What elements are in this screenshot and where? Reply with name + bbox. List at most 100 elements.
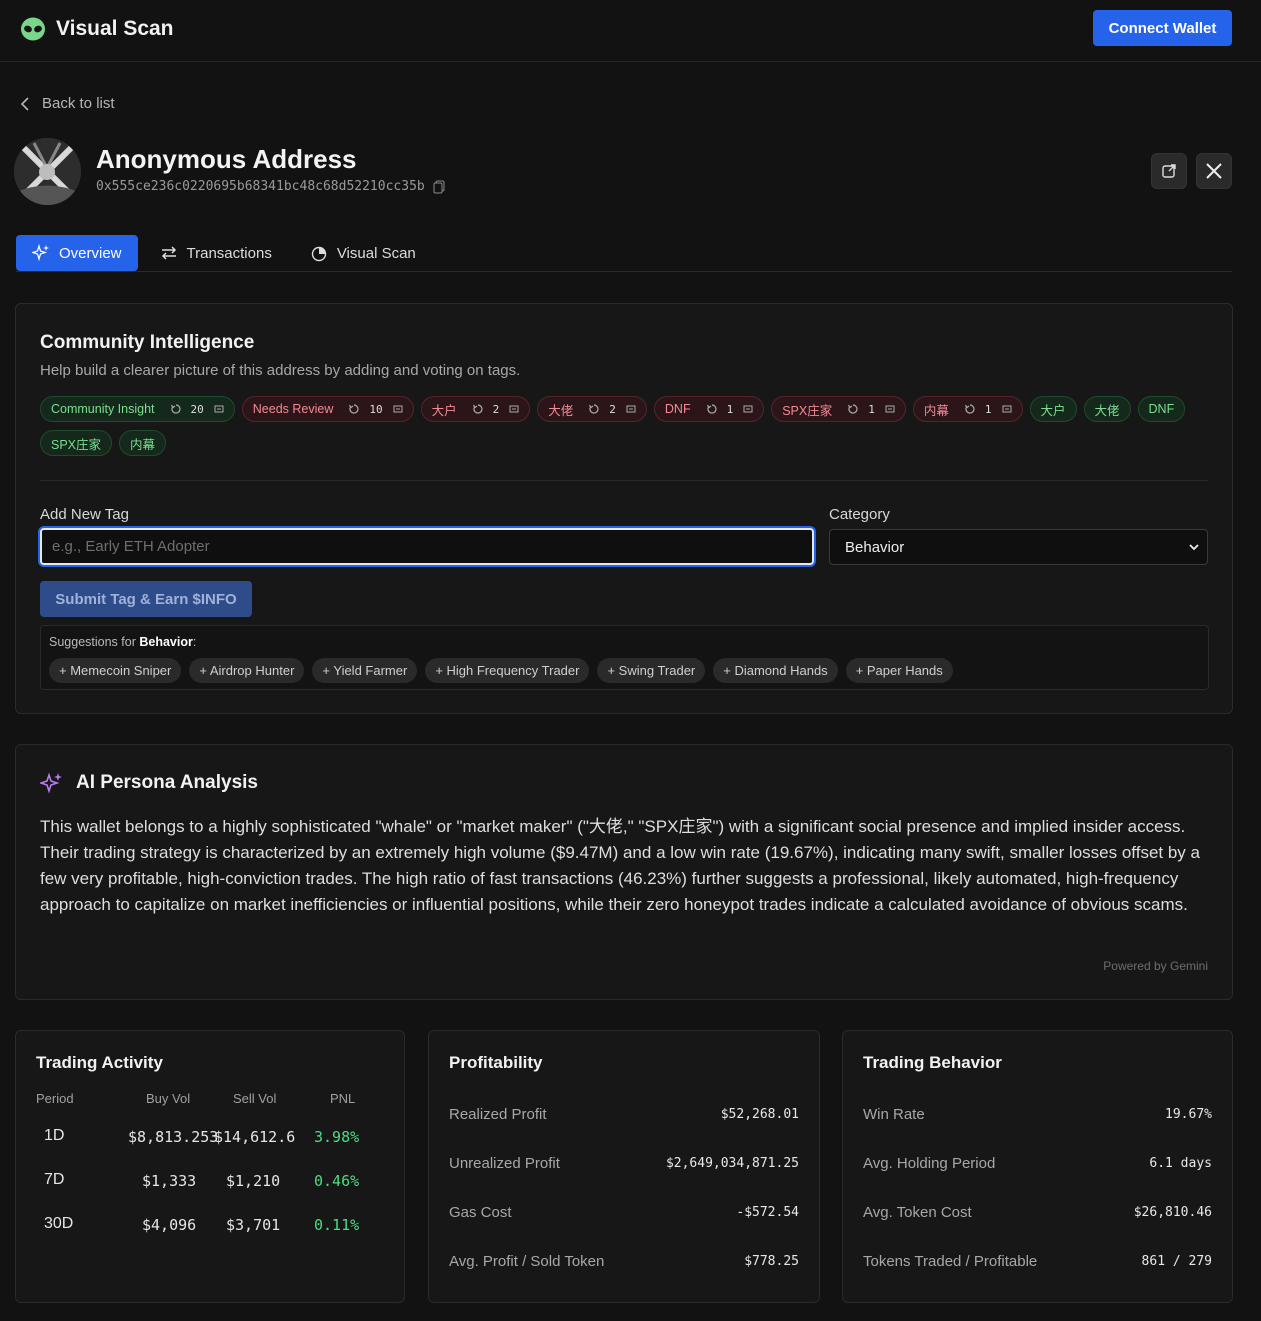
avatar <box>14 138 81 205</box>
behavior-label: Avg. Holding Period <box>863 1155 996 1172</box>
profitability-title: Profitability <box>449 1053 543 1072</box>
profit-label: Avg. Profit / Sold Token <box>449 1253 605 1270</box>
powered-by-label: Powered by Gemini <box>1103 959 1208 973</box>
suggestion-chip[interactable]: + Diamond Hands <box>713 658 838 683</box>
trading-behavior-card: Trading Behavior Win Rate 19.67% Avg. Ho… <box>842 1030 1233 1303</box>
vote-icon[interactable] <box>848 404 858 414</box>
tag-label: 内幕 <box>923 403 949 418</box>
tab-visual-scan[interactable]: Visual Scan <box>294 235 432 271</box>
vote-icon[interactable] <box>589 404 599 414</box>
community-intelligence-card: Community Intelligence Help build a clea… <box>15 303 1233 714</box>
category-value: Behavior <box>845 538 905 556</box>
arrows-swap-icon <box>161 246 176 260</box>
vote-icon[interactable] <box>964 404 975 414</box>
plain-tag[interactable]: SPX庄家 <box>40 430 113 456</box>
ai-persona-header: AI Persona Analysis <box>40 771 258 795</box>
plain-tag[interactable]: DNF <box>1137 396 1186 422</box>
voted-tag[interactable]: 大户 2 <box>420 396 531 422</box>
tab-transactions[interactable]: Transactions <box>144 235 288 271</box>
suggestion-chip[interactable]: + Airdrop Hunter <box>189 658 305 683</box>
behavior-value: 861 / 279 <box>1141 1254 1212 1269</box>
trading-activity-card: Trading Activity Period Buy Vol Sell Vol… <box>15 1030 405 1303</box>
plain-tag[interactable]: 大户 <box>1029 396 1077 422</box>
tag-vote-group: 2 <box>472 403 520 416</box>
voted-tag[interactable]: 内幕 1 <box>912 396 1023 422</box>
plain-tag[interactable]: 大佬 <box>1083 396 1131 422</box>
tag-vote-group: 10 <box>349 403 403 416</box>
voted-tag[interactable]: SPX庄家 1 <box>771 396 906 422</box>
report-icon[interactable] <box>214 404 224 414</box>
x-share-button[interactable] <box>1196 153 1232 189</box>
col-header-pnl: PNL <box>330 1091 356 1106</box>
voted-tag[interactable]: 大佬 2 <box>537 396 647 422</box>
behavior-label: Avg. Token Cost <box>863 1204 972 1221</box>
ai-persona-title: AI Persona Analysis <box>76 772 258 793</box>
category-select[interactable]: Behavior <box>829 529 1208 565</box>
report-icon[interactable] <box>743 404 753 414</box>
tag-list: Community Insight 20 Needs Review 10 大户 2 大佬 2 D… <box>40 396 1200 456</box>
voted-tag[interactable]: Needs Review 10 <box>241 396 414 422</box>
chevron-left-icon <box>20 96 29 111</box>
voted-tag[interactable]: DNF 1 <box>653 396 765 422</box>
tag-label: Community Insight <box>51 402 155 416</box>
community-subtitle: Help build a clearer picture of this add… <box>40 362 521 379</box>
tag-vote-count: 1 <box>868 402 875 416</box>
row-buy-vol: $1,333 <box>142 1172 197 1190</box>
report-icon[interactable] <box>626 404 636 414</box>
add-tag-label: Add New Tag <box>40 506 129 523</box>
app-title: Visual Scan <box>56 17 174 40</box>
vote-icon[interactable] <box>170 404 181 414</box>
back-label: Back to list <box>42 95 115 112</box>
vote-icon[interactable] <box>349 404 359 414</box>
app-logo[interactable]: Visual Scan <box>20 16 174 42</box>
behavior-label: Tokens Traded / Profitable <box>863 1253 1038 1270</box>
behavior-value: 19.67% <box>1165 1107 1212 1122</box>
tab-overview[interactable]: Overview <box>16 235 138 271</box>
report-icon[interactable] <box>509 404 519 414</box>
suggestion-chip[interactable]: + Memecoin Sniper <box>49 658 182 683</box>
plain-tag[interactable]: 内幕 <box>119 430 167 456</box>
tab-overview-label: Overview <box>59 244 122 262</box>
suggestions-prefix: Suggestions for <box>49 635 140 649</box>
sparkles-icon <box>32 244 49 262</box>
connect-wallet-button[interactable]: Connect Wallet <box>1093 10 1232 46</box>
voted-tag[interactable]: Community Insight 20 <box>40 396 235 422</box>
profit-value: $778.25 <box>744 1254 799 1269</box>
suggestion-chip[interactable]: + High Frequency Trader <box>425 658 590 683</box>
vote-icon[interactable] <box>472 404 483 414</box>
community-title: Community Intelligence <box>40 332 255 353</box>
trading-activity-title: Trading Activity <box>36 1053 163 1072</box>
behavior-value: $26,810.46 <box>1133 1205 1212 1220</box>
row-sell-vol: $3,701 <box>226 1216 281 1234</box>
suggestions-box: Suggestions for Behavior: + Memecoin Sni… <box>40 625 1209 690</box>
report-icon[interactable] <box>1002 404 1012 414</box>
profitability-card: Profitability Realized Profit $52,268.01… <box>428 1030 820 1303</box>
tab-visual-scan-label: Visual Scan <box>336 244 416 262</box>
external-link-button[interactable] <box>1151 153 1187 189</box>
suggestion-chip[interactable]: + Paper Hands <box>845 658 953 683</box>
report-icon[interactable] <box>393 404 403 414</box>
col-header-period: Period <box>36 1091 74 1106</box>
new-tag-input[interactable] <box>40 528 814 565</box>
category-label: Category <box>829 506 890 523</box>
suggestion-chip[interactable]: + Swing Trader <box>597 658 706 683</box>
tag-vote-group: 2 <box>589 403 636 416</box>
alien-logo-icon <box>21 17 45 41</box>
row-buy-vol: $4,096 <box>142 1216 197 1234</box>
row-period: 30D <box>44 1215 74 1232</box>
row-sell-vol: $1,210 <box>226 1172 281 1190</box>
back-to-list-link[interactable]: Back to list <box>20 95 115 112</box>
tag-vote-count: 1 <box>984 402 992 416</box>
copy-icon[interactable] <box>433 180 445 194</box>
row-sell-vol: $14,612.6 <box>214 1128 296 1146</box>
submit-tag-button[interactable]: Submit Tag & Earn $INFO <box>40 581 252 617</box>
vote-icon[interactable] <box>706 404 717 414</box>
report-icon[interactable] <box>885 404 895 414</box>
behavior-label: Win Rate <box>863 1106 925 1123</box>
behavior-value: 6.1 days <box>1149 1156 1212 1171</box>
avatar-image <box>14 138 81 205</box>
scan-icon <box>311 246 327 262</box>
profit-label: Realized Profit <box>449 1106 547 1123</box>
divider <box>40 480 1208 481</box>
suggestion-chip[interactable]: + Yield Farmer <box>312 658 418 683</box>
